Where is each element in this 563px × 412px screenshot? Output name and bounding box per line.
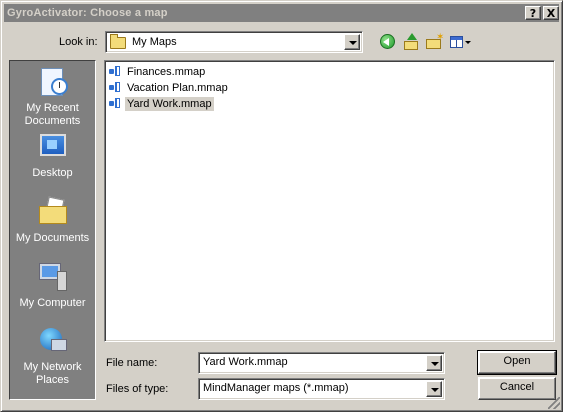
cancel-button[interactable]: Cancel: [478, 377, 556, 400]
resize-grip-icon[interactable]: [548, 397, 560, 409]
places-bar: My Recent Documents Desktop My Documents…: [9, 60, 96, 400]
mindmap-file-icon: [108, 81, 122, 95]
recent-documents-icon: [37, 66, 69, 98]
open-button[interactable]: Open: [477, 350, 557, 375]
file-name-value[interactable]: Yard Work.mmap: [203, 356, 288, 368]
dialog-title: GyroActivator: Choose a map: [7, 7, 168, 19]
network-places-icon: [37, 325, 69, 357]
mindmap-file-icon: [108, 65, 122, 79]
back-icon[interactable]: [379, 33, 397, 51]
look-in-value: My Maps: [132, 36, 177, 48]
up-folder-icon[interactable]: [402, 33, 420, 51]
my-computer-icon: [37, 261, 69, 293]
help-button[interactable]: ?: [525, 6, 541, 20]
file-name: Finances.mmap: [127, 66, 206, 78]
chevron-down-icon[interactable]: [426, 381, 442, 397]
list-item[interactable]: Vacation Plan.mmap: [108, 80, 230, 96]
file-name: Yard Work.mmap: [125, 97, 214, 111]
title-bar[interactable]: GyroActivator: Choose a map ? X: [4, 4, 559, 22]
close-button[interactable]: X: [543, 6, 559, 20]
place-label: My Network Places: [23, 361, 82, 386]
views-menu-icon[interactable]: [449, 33, 473, 51]
place-my-computer[interactable]: My Computer: [10, 261, 95, 310]
new-folder-icon[interactable]: ✶: [425, 33, 444, 51]
file-open-dialog: GyroActivator: Choose a map ? X Look in:…: [0, 0, 563, 412]
chevron-down-icon[interactable]: [426, 355, 442, 371]
place-recent-documents[interactable]: My Recent Documents: [10, 66, 95, 128]
file-name: Vacation Plan.mmap: [127, 82, 228, 94]
my-documents-icon: [37, 196, 69, 228]
place-label: My Computer: [19, 297, 86, 309]
file-type-value: MindManager maps (*.mmap): [203, 382, 349, 394]
list-item-selected[interactable]: Yard Work.mmap: [108, 96, 214, 112]
file-name-field[interactable]: Yard Work.mmap: [198, 352, 445, 374]
look-in-dropdown[interactable]: My Maps: [105, 31, 363, 53]
place-label: Desktop: [32, 167, 73, 179]
place-label: My Documents: [15, 232, 90, 244]
desktop-icon: [37, 131, 69, 163]
look-in-label: Look in:: [59, 36, 98, 48]
place-label: My Recent Documents: [24, 102, 81, 127]
file-name-label: File name:: [106, 357, 158, 369]
folder-icon: [110, 34, 126, 49]
list-item[interactable]: Finances.mmap: [108, 64, 207, 80]
file-list[interactable]: Finances.mmap Vacation Plan.mmap Yard Wo…: [104, 60, 555, 342]
file-type-label: Files of type:: [106, 383, 169, 395]
place-my-documents[interactable]: My Documents: [10, 196, 95, 245]
place-network-places[interactable]: My Network Places: [10, 325, 95, 387]
file-type-dropdown[interactable]: MindManager maps (*.mmap): [198, 378, 445, 400]
place-desktop[interactable]: Desktop: [10, 131, 95, 180]
chevron-down-icon[interactable]: [344, 34, 360, 50]
mindmap-file-icon: [108, 97, 122, 111]
